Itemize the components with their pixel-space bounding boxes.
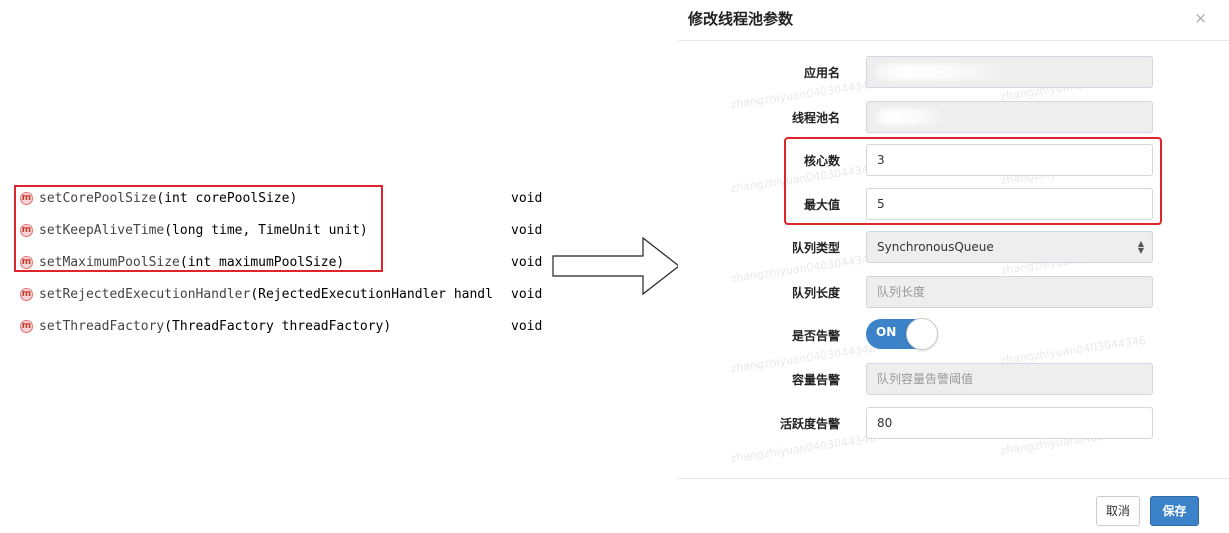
form-row-queue-type: 队列类型 SynchronousQueue ▲ ▼ <box>678 231 1229 263</box>
save-button[interactable]: 保存 <box>1150 496 1199 526</box>
method-params: (RejectedExecutionHandler handl <box>250 286 493 302</box>
edit-threadpool-modal: 修改线程池参数 × zhangzhiyuan0403044346 zhangzh… <box>678 0 1229 532</box>
method-item[interactable]: m setThreadFactory(ThreadFactory threadF… <box>20 310 560 342</box>
queue-length-input[interactable]: 队列长度 <box>866 276 1153 308</box>
method-icon: m <box>20 319 33 333</box>
method-name: setRejectedExecutionHandler <box>39 286 251 302</box>
app-name-field <box>866 56 1153 88</box>
cancel-button[interactable]: 取消 <box>1096 496 1140 526</box>
method-name: setThreadFactory <box>39 318 165 334</box>
close-icon[interactable]: × <box>1194 9 1207 27</box>
toggle-knob <box>906 318 938 350</box>
method-return-type: void <box>511 222 543 238</box>
method-icon: m <box>20 287 33 301</box>
form-row-activity-alarm: 活跃度告警 80 <box>678 407 1229 439</box>
method-return-type: void <box>511 190 543 206</box>
method-item[interactable]: m setRejectedExecutionHandler(RejectedEx… <box>20 278 560 310</box>
modal-header: 修改线程池参数 × <box>678 0 1229 41</box>
method-return-type: void <box>511 254 543 270</box>
pool-name-label: 线程池名 <box>791 111 840 125</box>
redacted-value <box>875 64 1005 80</box>
modal-title: 修改线程池参数 <box>688 10 794 28</box>
form-row-alarm: 是否告警 ON <box>678 318 1229 351</box>
select-updown-icon: ▲ ▼ <box>1137 238 1144 255</box>
queue-length-placeholder: 队列长度 <box>877 285 926 299</box>
alarm-toggle[interactable]: ON <box>866 318 938 350</box>
method-return-type: void <box>511 318 543 334</box>
method-return-type: void <box>511 286 543 302</box>
activity-alarm-label: 活跃度告警 <box>779 417 840 431</box>
form-row-capacity-alarm: 容量告警 队列容量告警阈值 <box>678 363 1229 395</box>
form-row-app-name: 应用名 <box>678 56 1229 88</box>
highlight-box-methods <box>14 185 383 272</box>
method-params: (ThreadFactory threadFactory) <box>164 318 392 334</box>
queue-type-value: SynchronousQueue <box>877 240 994 254</box>
activity-alarm-input[interactable]: 80 <box>866 407 1153 439</box>
pool-name-field <box>866 101 1153 133</box>
alarm-label: 是否告警 <box>791 329 840 343</box>
app-name-label: 应用名 <box>803 66 840 80</box>
modal-footer: 取消 保存 <box>678 478 1229 533</box>
form-row-queue-length: 队列长度 队列长度 <box>678 276 1229 308</box>
queue-type-label: 队列类型 <box>791 241 840 255</box>
capacity-alarm-input[interactable]: 队列容量告警阈值 <box>866 363 1153 395</box>
highlight-box-pool-size <box>784 137 1162 225</box>
queue-type-select[interactable]: SynchronousQueue ▲ ▼ <box>866 231 1153 263</box>
redacted-value <box>875 109 945 125</box>
queue-length-label: 队列长度 <box>791 286 840 300</box>
form-row-pool-name: 线程池名 <box>678 101 1229 133</box>
capacity-alarm-label: 容量告警 <box>791 373 840 387</box>
toggle-on-text: ON <box>876 325 897 339</box>
capacity-alarm-placeholder: 队列容量告警阈值 <box>877 372 974 386</box>
right-arrow-icon <box>552 236 680 296</box>
